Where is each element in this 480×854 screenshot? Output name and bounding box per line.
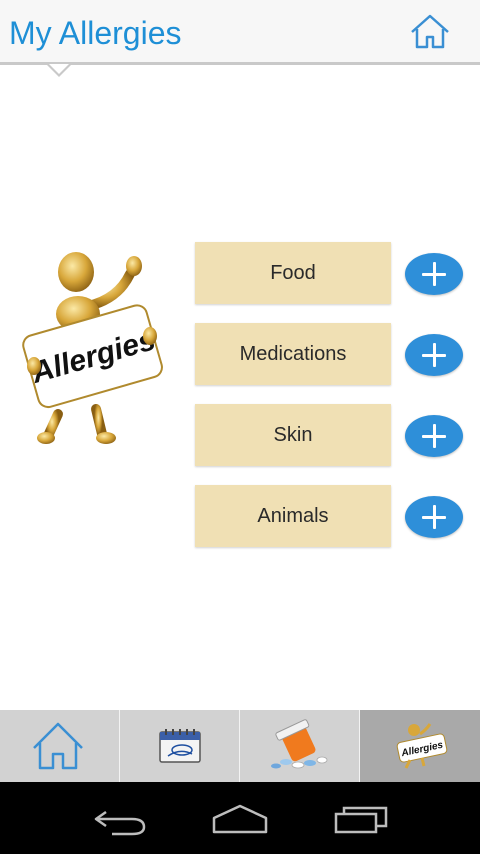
bottom-tab-bar: Allergies (0, 710, 480, 782)
category-skin-button[interactable]: Skin (195, 404, 391, 466)
allergies-figure-icon: Allergies (22, 252, 163, 444)
category-medications-button[interactable]: Medications (195, 323, 391, 385)
category-animals-button[interactable]: Animals (195, 485, 391, 547)
home-icon (33, 722, 83, 770)
action-bar: My Allergies (0, 0, 480, 64)
tab-calendar[interactable] (120, 710, 240, 782)
home-outline-icon[interactable] (212, 804, 268, 836)
add-skin-button[interactable] (405, 415, 463, 457)
add-medications-button[interactable] (405, 334, 463, 376)
back-icon[interactable] (92, 804, 148, 836)
action-bar-divider (0, 62, 480, 65)
add-animals-button[interactable] (405, 496, 463, 538)
tab-home[interactable] (0, 710, 120, 782)
home-button[interactable] (408, 12, 452, 52)
tab-medications[interactable] (240, 710, 360, 782)
recent-apps-icon[interactable] (334, 804, 390, 836)
add-food-button[interactable] (405, 253, 463, 295)
calendar-icon (159, 729, 201, 763)
tab-allergies[interactable]: Allergies (360, 710, 480, 782)
allergies-illustration: Allergies (18, 244, 168, 454)
allergies-figure-icon: Allergies (396, 723, 448, 769)
category-food-button[interactable]: Food (195, 242, 391, 304)
page-title: My Allergies (9, 15, 182, 51)
home-icon (411, 14, 449, 49)
system-nav-bar (0, 782, 480, 854)
pill-bottle-icon (271, 719, 328, 769)
